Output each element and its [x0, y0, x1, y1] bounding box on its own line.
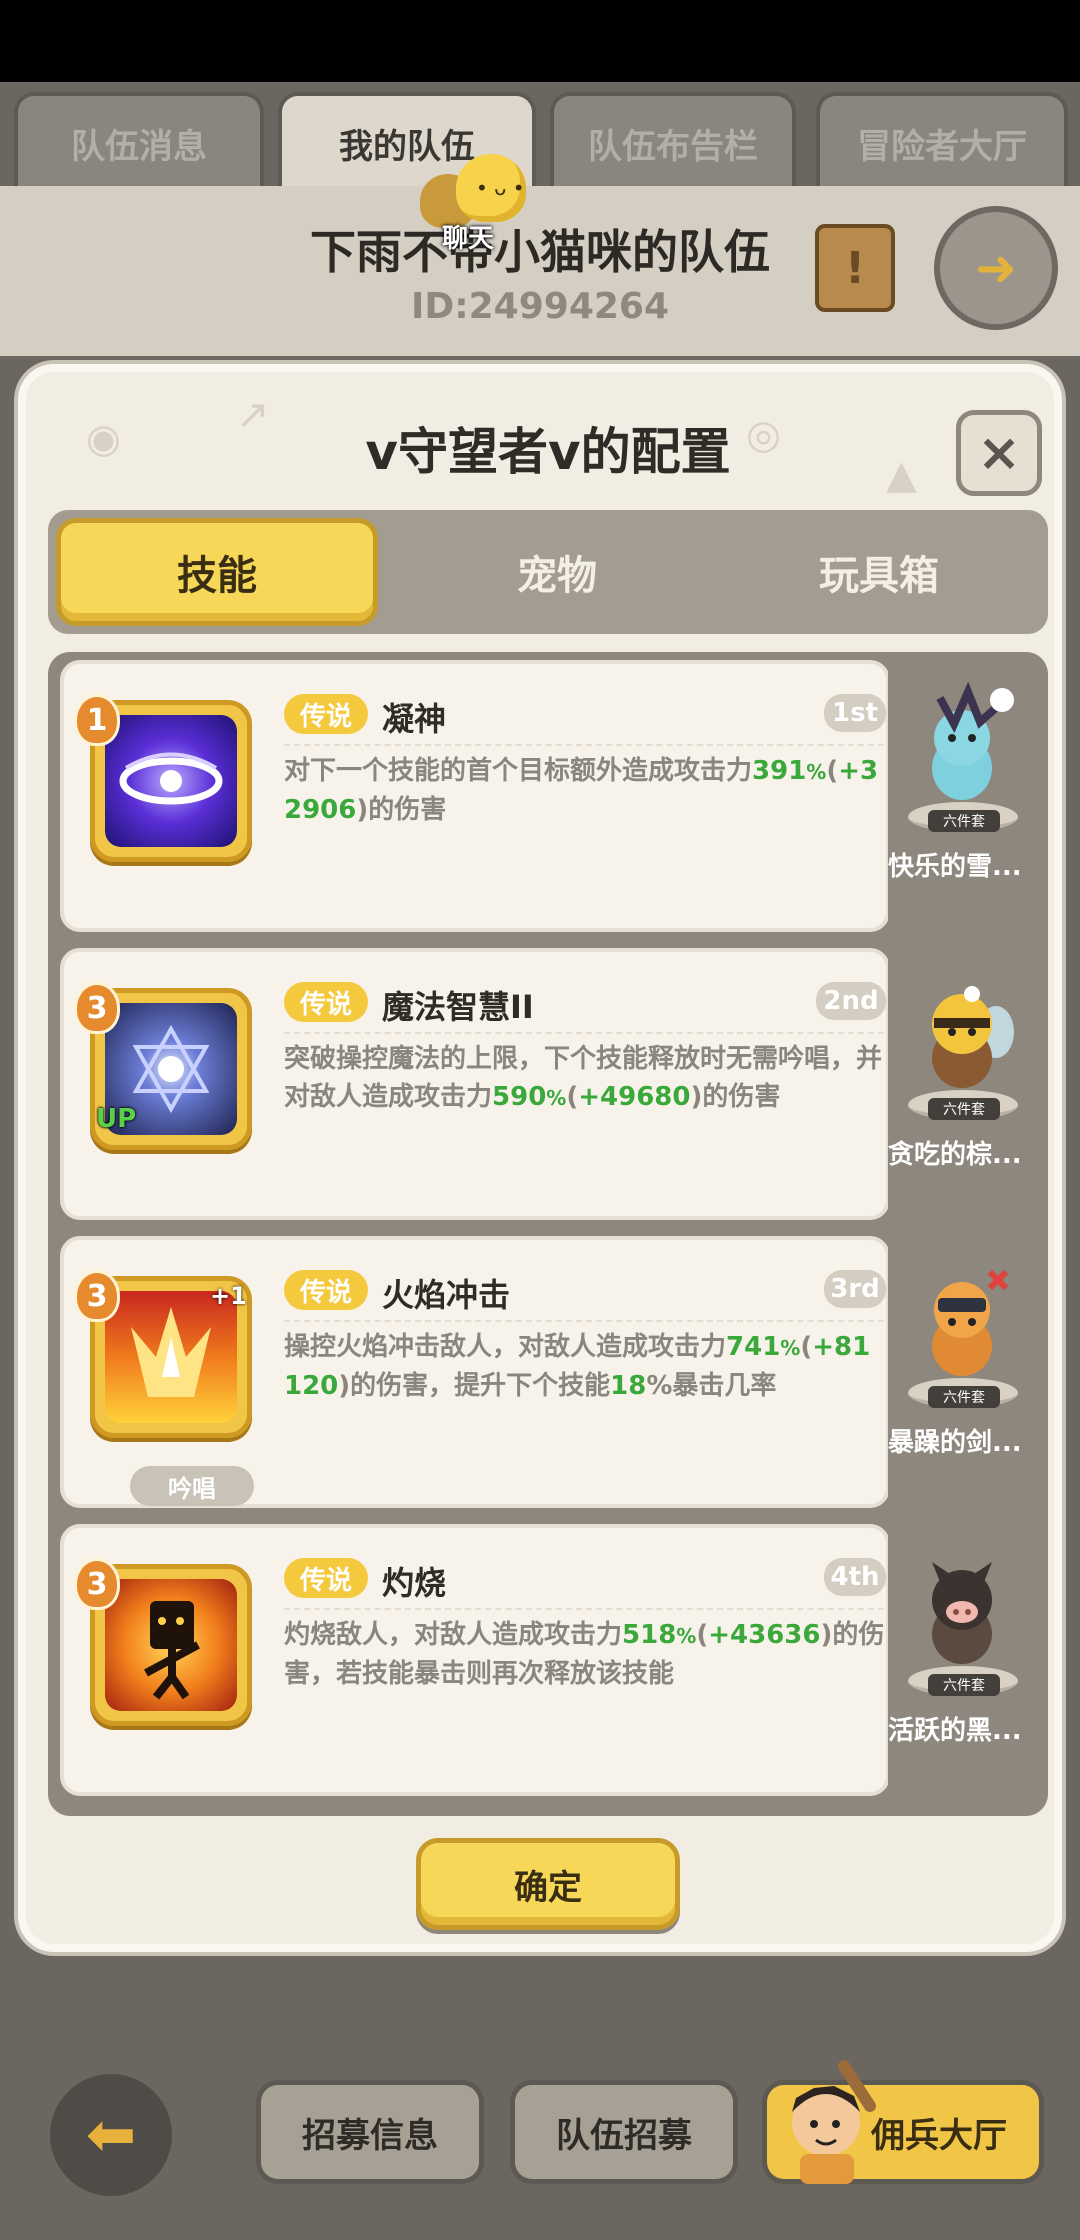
- divider: [284, 1608, 884, 1610]
- status-bar: [0, 0, 1080, 82]
- skill-desc-text: )的伤害，提升下个技能: [338, 1371, 611, 1401]
- modal-title: v守望者v的配置: [365, 423, 731, 481]
- divider: [284, 1320, 884, 1322]
- skill-level-badge: 1: [74, 694, 120, 746]
- skill-description: 对下一个技能的首个目标额外造成攻击力391%(+32906)的伤害: [284, 752, 886, 829]
- config-modal: ◉ ↗ ◎ ▲ v守望者v的配置 × 技能 宠物 玩具箱 1 传说 凝神 1st…: [18, 364, 1062, 1952]
- skill-desc-text: (: [566, 1082, 579, 1112]
- skill-card[interactable]: +1 3 吟唱 传说 火焰冲击 3rd 操控火焰冲击敌人，对敌人造成攻击力741…: [60, 1236, 890, 1508]
- team-recruit-button[interactable]: 队伍招募: [510, 2080, 738, 2184]
- pet-name: 快乐的雪...: [888, 852, 1022, 882]
- flame-burst-icon: [105, 1291, 237, 1423]
- bee-bear-pet-icon: [910, 966, 1020, 1096]
- pet-card[interactable]: 六件套 贪吃的棕...: [888, 948, 1038, 1220]
- chat-label[interactable]: 聊天: [428, 218, 508, 255]
- rarity-badge: 传说: [284, 1270, 368, 1310]
- set-badge: 六件套: [928, 1386, 1000, 1408]
- skill-desc-value: %: [806, 760, 827, 784]
- tab-toybox[interactable]: 玩具箱: [718, 518, 1040, 626]
- set-badge: 六件套: [928, 1674, 1000, 1696]
- rarity-badge: 传说: [284, 982, 368, 1022]
- skill-name: 火焰冲击: [382, 1276, 511, 1314]
- pet-name: 活跃的黑...: [888, 1716, 1022, 1746]
- tab-pets[interactable]: 宠物: [396, 518, 718, 626]
- skill-desc-text: )的伤害: [356, 795, 447, 825]
- skill-desc-value: %: [546, 1086, 567, 1110]
- set-badge: 六件套: [928, 1098, 1000, 1120]
- skill-list: 1 传说 凝神 1st 对下一个技能的首个目标额外造成攻击力391%(+3290…: [48, 652, 1048, 1816]
- skill-order-badge: 4th: [824, 1558, 886, 1596]
- tab-adventurer-hall[interactable]: 冒险者大厅: [816, 92, 1068, 190]
- skill-desc-text: 灼烧敌人，对敌人造成攻击力: [284, 1620, 623, 1650]
- skill-order-badge: 1st: [824, 694, 886, 732]
- snow-bunny-pet-icon: [910, 678, 1020, 808]
- notice-scroll-icon[interactable]: !: [815, 224, 895, 312]
- skill-level-badge: 3: [74, 1558, 120, 1610]
- skill-desc-text: (: [826, 756, 839, 786]
- skill-description: 操控火焰冲击敌人，对敌人造成攻击力741%(+81120)的伤害，提升下个技能1…: [284, 1328, 886, 1405]
- pet-card[interactable]: 六件套 快乐的雪...: [888, 660, 1038, 932]
- skill-desc-value: 391: [752, 756, 807, 786]
- skill-order-badge: 2nd: [816, 982, 886, 1020]
- skill-desc-value: 518: [622, 1620, 677, 1650]
- pet-card[interactable]: 六件套 活跃的黑...: [888, 1524, 1038, 1796]
- skill-desc-value: 18: [610, 1371, 647, 1401]
- skill-desc-value: +49680: [578, 1082, 691, 1112]
- burning-figure-icon: [105, 1579, 237, 1711]
- plus-badge: +1: [210, 1282, 247, 1310]
- close-button[interactable]: ×: [956, 410, 1042, 496]
- divider: [284, 1032, 884, 1034]
- pet-card[interactable]: 六件套 暴躁的剑...: [888, 1236, 1038, 1508]
- divider: [284, 744, 884, 746]
- set-badge: 六件套: [928, 810, 1000, 832]
- skill-desc-text: )的伤害: [690, 1082, 781, 1112]
- pet-name: 暴躁的剑...: [888, 1428, 1022, 1458]
- skill-description: 突破操控魔法的上限，下个技能释放时无需吟唱，并对敌人造成攻击力590%(+496…: [284, 1040, 886, 1117]
- boar-pet-icon: [910, 1542, 1020, 1672]
- skill-desc-value: 741: [726, 1332, 781, 1362]
- team-header: 下雨不带小猫咪的队伍 ID:24994264: [0, 186, 1080, 356]
- skill-desc-text: (: [696, 1620, 709, 1650]
- skill-desc-text: 操控火焰冲击敌人，对敌人造成攻击力: [284, 1332, 727, 1362]
- skill-desc-value: %: [780, 1336, 801, 1360]
- armored-cat-pet-icon: [910, 1254, 1020, 1384]
- team-id: ID:24994264: [410, 286, 670, 327]
- skill-card[interactable]: UP 3 传说 魔法智慧II 2nd 突破操控魔法的上限，下个技能释放时无需吟唱…: [60, 948, 890, 1220]
- back-arrow-icon: ⬅: [85, 2100, 137, 2170]
- back-button[interactable]: ⬅: [50, 2074, 172, 2196]
- skill-level-badge: 3: [74, 1270, 120, 1322]
- chant-badge: 吟唱: [130, 1466, 254, 1506]
- skill-desc-value: 590: [492, 1082, 547, 1112]
- tab-team-messages[interactable]: 队伍消息: [14, 92, 264, 190]
- skill-name: 凝神: [382, 700, 447, 738]
- exit-team-button[interactable]: ➜: [934, 206, 1058, 330]
- tab-skills[interactable]: 技能: [56, 518, 378, 626]
- pet-name: 贪吃的棕...: [888, 1140, 1022, 1170]
- skill-desc-text: %暴击几率: [646, 1371, 777, 1401]
- config-tab-bar: 技能 宠物 玩具箱: [48, 510, 1048, 634]
- rarity-badge: 传说: [284, 694, 368, 734]
- team-name: 下雨不带小猫咪的队伍: [310, 225, 770, 279]
- skill-desc-value: +43636: [708, 1620, 821, 1650]
- caveman-mascot-icon: [774, 2056, 884, 2186]
- skill-order-badge: 3rd: [824, 1270, 886, 1308]
- skill-level-badge: 3: [74, 982, 120, 1034]
- tab-team-board[interactable]: 队伍布告栏: [550, 92, 796, 190]
- exit-arrow-icon: ➜: [975, 239, 1017, 297]
- vortex-eye-icon: [105, 715, 237, 847]
- rarity-badge: 传说: [284, 1558, 368, 1598]
- recruit-info-button[interactable]: 招募信息: [256, 2080, 484, 2184]
- skill-desc-text: (: [800, 1332, 813, 1362]
- upgrade-badge: UP: [96, 1104, 137, 1134]
- skill-card[interactable]: 3 传说 灼烧 4th 灼烧敌人，对敌人造成攻击力518%(+43636)的伤害…: [60, 1524, 890, 1796]
- skill-name: 灼烧: [382, 1564, 447, 1602]
- skill-description: 灼烧敌人，对敌人造成攻击力518%(+43636)的伤害，若技能暴击则再次释放该…: [284, 1616, 886, 1693]
- confirm-button[interactable]: 确定: [416, 1838, 680, 1930]
- skill-desc-value: %: [676, 1624, 697, 1648]
- skill-desc-text: 对下一个技能的首个目标额外造成攻击力: [284, 756, 753, 786]
- skill-card[interactable]: 1 传说 凝神 1st 对下一个技能的首个目标额外造成攻击力391%(+3290…: [60, 660, 890, 932]
- top-tab-bar: 队伍消息 我的队伍 队伍布告栏 冒险者大厅: [0, 82, 1080, 190]
- skill-name: 魔法智慧II: [382, 988, 534, 1026]
